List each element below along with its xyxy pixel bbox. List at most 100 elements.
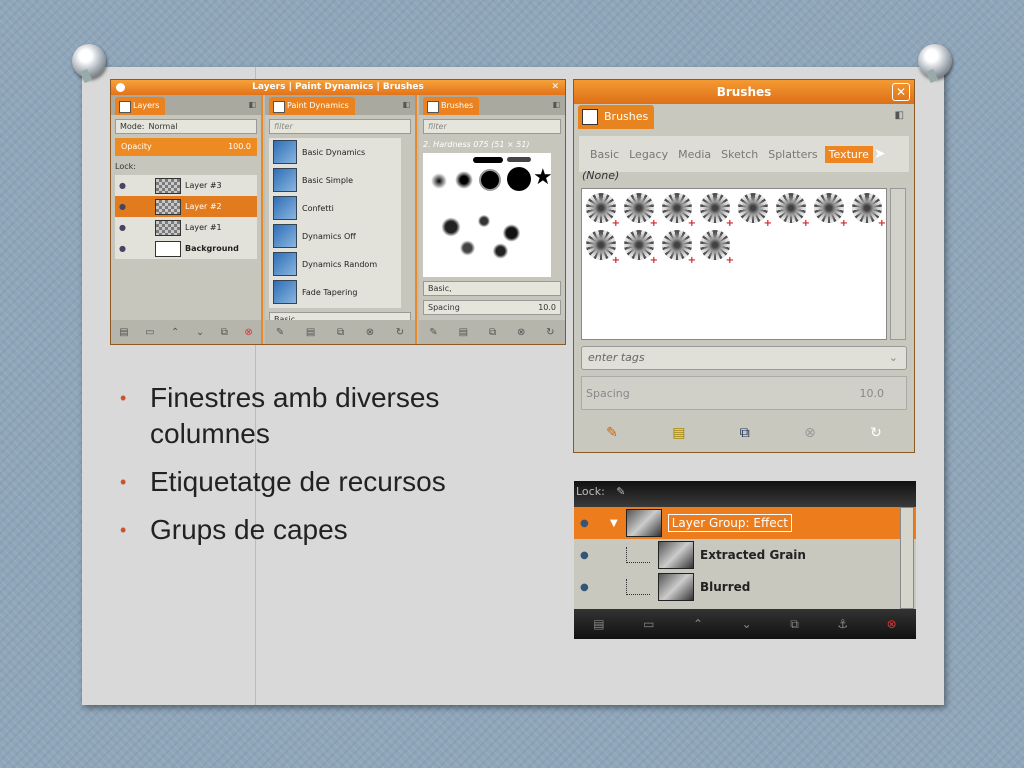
list-item[interactable]: Fade Tapering — [269, 278, 401, 306]
duplicate-icon[interactable]: ⧉ — [221, 327, 228, 338]
brush-thumbnail[interactable] — [852, 193, 886, 229]
edit-icon[interactable]: ✎ — [606, 425, 618, 441]
window-menu-icon[interactable] — [116, 83, 125, 92]
eye-icon[interactable]: ● — [119, 244, 129, 253]
tab-brushes[interactable]: Brushes — [423, 97, 480, 115]
brush-thumbnail[interactable] — [586, 193, 620, 229]
brush-thumbnail[interactable] — [814, 193, 848, 229]
new-layer-icon[interactable]: ▤ — [593, 617, 604, 631]
layer-row[interactable]: ● Extracted Grain — [574, 539, 916, 571]
layer-row[interactable]: ● Blurred — [574, 571, 916, 603]
close-icon[interactable]: ✕ — [551, 80, 559, 95]
eye-icon[interactable]: ● — [580, 550, 594, 561]
new-group-icon[interactable]: ▭ — [145, 327, 154, 338]
list-item[interactable]: Basic Dynamics — [269, 138, 401, 166]
list-item[interactable]: Confetti — [269, 194, 401, 222]
brush-thumbnail[interactable] — [700, 230, 734, 266]
refresh-icon[interactable]: ↻ — [870, 425, 882, 441]
tab-paint-dynamics[interactable]: Paint Dynamics — [269, 97, 355, 115]
new-layer-icon[interactable]: ▤ — [119, 327, 128, 338]
dock-window: Layers | Paint Dynamics | Brushes ✕ Laye… — [110, 79, 566, 345]
chevron-down-icon[interactable]: ⌄ — [889, 347, 898, 369]
duplicate-icon[interactable]: ⧉ — [489, 327, 496, 338]
configure-icon[interactable]: ◧ — [402, 100, 410, 109]
tag-basic[interactable]: Basic — [587, 146, 622, 163]
scrollbar[interactable] — [900, 507, 914, 609]
edit-icon[interactable]: ✎ — [429, 327, 437, 338]
filter-input[interactable]: filter — [269, 119, 411, 134]
tag-splatters[interactable]: Splatters — [765, 146, 820, 163]
list-item[interactable]: Dynamics Off — [269, 222, 401, 250]
brush-thumbnail[interactable] — [700, 193, 734, 229]
filter-input[interactable]: filter — [423, 119, 561, 134]
layer-row[interactable]: ● Layer #3 — [115, 175, 257, 196]
brush-icon — [582, 109, 598, 125]
tag-field[interactable]: Basic, — [423, 281, 561, 296]
tag-legacy[interactable]: Legacy — [626, 146, 671, 163]
opacity-slider[interactable]: Opacity 100.0 — [115, 138, 257, 156]
spacing-slider[interactable]: Spacing 10.0 — [423, 300, 561, 315]
layer-thumbnail — [658, 541, 694, 569]
eye-icon[interactable]: ● — [119, 181, 129, 190]
lower-icon[interactable]: ⌄ — [742, 617, 752, 631]
eye-icon[interactable]: ● — [580, 582, 594, 593]
refresh-icon[interactable]: ↻ — [546, 327, 554, 338]
brush-thumbnail[interactable] — [738, 193, 772, 229]
delete-icon[interactable]: ⊗ — [887, 617, 897, 631]
raise-icon[interactable]: ⌃ — [171, 327, 179, 338]
tag-sketch[interactable]: Sketch — [718, 146, 761, 163]
new-icon[interactable]: ▤ — [306, 327, 315, 338]
bullet-item: Grups de capes — [118, 512, 538, 548]
brush-thumbnail[interactable] — [586, 230, 620, 266]
delete-icon[interactable]: ⊗ — [804, 425, 816, 441]
eye-icon[interactable]: ● — [119, 202, 129, 211]
list-item[interactable]: Basic Simple — [269, 166, 401, 194]
duplicate-icon[interactable]: ⧉ — [790, 617, 799, 632]
new-icon[interactable]: ▤ — [459, 327, 468, 338]
delete-icon[interactable]: ⊗ — [244, 327, 252, 338]
layer-row[interactable]: ● Background — [115, 238, 257, 259]
eye-icon[interactable]: ● — [580, 518, 594, 529]
configure-icon[interactable]: ◧ — [248, 100, 256, 109]
lower-icon[interactable]: ⌄ — [196, 327, 204, 338]
layer-row[interactable]: ● Layer #1 — [115, 217, 257, 238]
delete-icon[interactable]: ⊗ — [517, 327, 525, 338]
configure-icon[interactable]: ◧ — [895, 110, 904, 121]
brush-lock-icon[interactable]: ✎ — [616, 485, 625, 498]
brush-thumbnail[interactable] — [776, 193, 810, 229]
duplicate-icon[interactable]: ⧉ — [337, 327, 344, 338]
layer-group-row[interactable]: ● ▼ Layer Group: Effect — [574, 507, 916, 539]
refresh-icon[interactable]: ↻ — [396, 327, 404, 338]
edit-icon[interactable]: ✎ — [276, 327, 284, 338]
new-icon[interactable]: ▤ — [672, 425, 685, 441]
tab-brushes[interactable]: Brushes — [578, 105, 654, 129]
brush-name: 2. Hardness 075 (51 × 51) — [423, 140, 530, 149]
anchor-icon[interactable]: ⚓ — [837, 617, 848, 631]
delete-icon[interactable]: ⊗ — [366, 327, 374, 338]
mode-select[interactable]: Mode: Normal — [115, 119, 257, 134]
dynamics-column: Paint Dynamics ◧ filter Basic Dynamics Ba… — [265, 95, 417, 344]
expand-triangle-icon[interactable]: ▼ — [610, 518, 618, 529]
layer-row[interactable]: ● Layer #2 — [115, 196, 257, 217]
brush-thumbnail[interactable] — [624, 193, 658, 229]
brush-thumbnail[interactable] — [624, 230, 658, 266]
brush-grid[interactable] — [581, 188, 887, 340]
scrollbar[interactable] — [890, 188, 906, 340]
new-group-icon[interactable]: ▭ — [643, 617, 654, 631]
duplicate-icon[interactable]: ⧉ — [740, 425, 750, 441]
list-item[interactable]: Dynamics Random — [269, 250, 401, 278]
brushes-window-title: Brushes ✕ — [574, 80, 914, 104]
brush-grid[interactable]: ★ — [423, 153, 551, 277]
close-button[interactable]: ✕ — [892, 83, 910, 101]
tab-layers[interactable]: Layers — [115, 97, 166, 115]
brush-thumbnail[interactable] — [662, 230, 696, 266]
eye-icon[interactable]: ● — [119, 223, 129, 232]
tag-texture[interactable]: Texture — [824, 145, 873, 163]
spacing-slider[interactable]: Spacing 10.0 — [581, 376, 907, 410]
raise-icon[interactable]: ⌃ — [693, 617, 703, 631]
lock-bar: Lock: ✎ — [574, 481, 916, 507]
tag-media[interactable]: Media — [675, 146, 714, 163]
tags-input[interactable]: enter tags ⌄ — [581, 346, 907, 370]
brush-thumbnail[interactable] — [662, 193, 696, 229]
configure-icon[interactable]: ◧ — [552, 100, 560, 109]
